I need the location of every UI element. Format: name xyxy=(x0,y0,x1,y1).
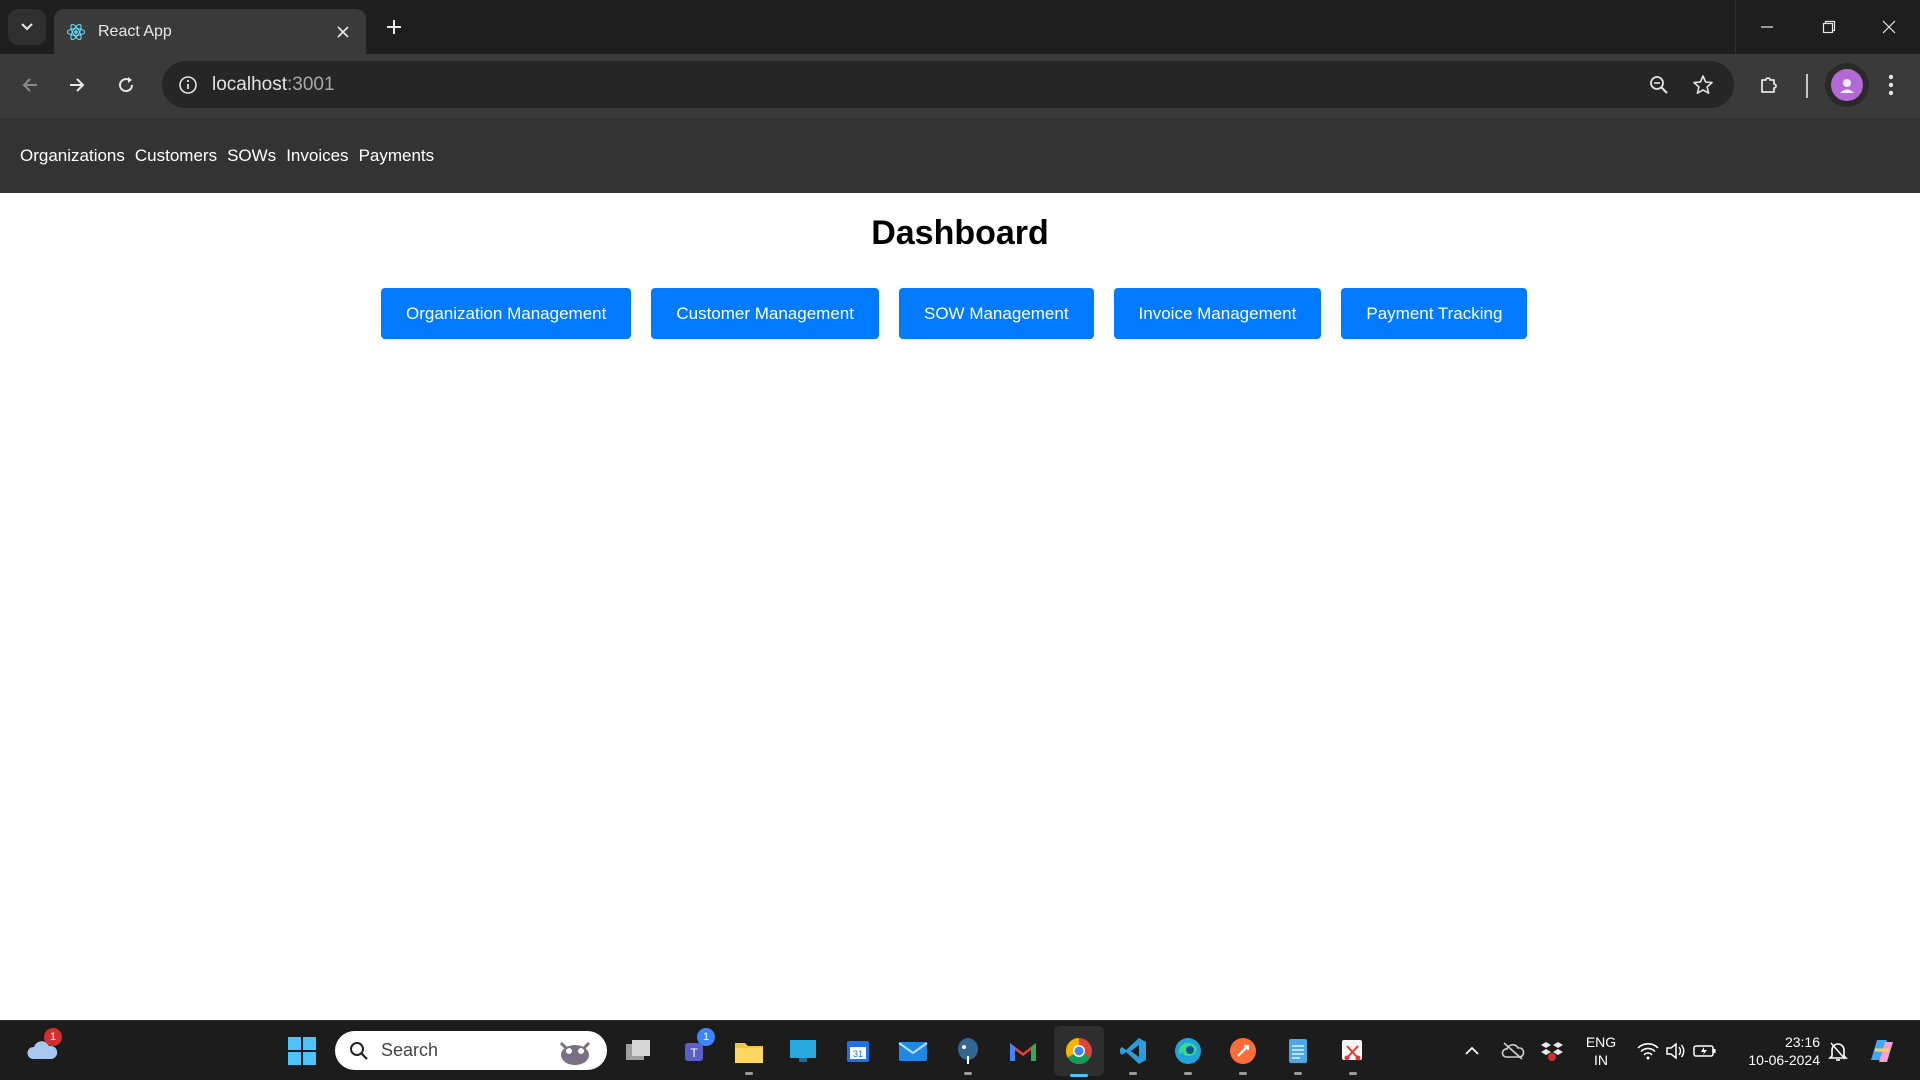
restore-button[interactable] xyxy=(1798,0,1860,54)
organization-management-button[interactable]: Organization Management xyxy=(381,288,632,339)
close-window-button[interactable] xyxy=(1858,0,1920,54)
clock[interactable]: 23:16 10-06-2024 xyxy=(1736,1033,1820,1069)
calendar-icon[interactable]: 31 xyxy=(838,1031,878,1071)
svg-text:31: 31 xyxy=(853,1049,863,1059)
browser-menu-button[interactable] xyxy=(1874,68,1908,102)
language-line1: ENG xyxy=(1585,1034,1617,1050)
extensions-button[interactable] xyxy=(1752,68,1786,102)
reload-icon xyxy=(119,77,134,93)
restore-icon xyxy=(1822,20,1836,34)
postman-icon[interactable] xyxy=(1223,1031,1263,1075)
active-app-indicator xyxy=(1070,1074,1088,1077)
page-title: Dashboard xyxy=(871,214,1049,252)
dropbox-icon[interactable] xyxy=(1532,1031,1572,1071)
chevron-up-icon[interactable] xyxy=(1452,1031,1492,1071)
arrow-right-icon xyxy=(70,78,85,92)
teams-badge: 1 xyxy=(697,1028,715,1046)
windows-logo-icon xyxy=(288,1037,316,1065)
running-indicator xyxy=(745,1072,753,1075)
minimize-button[interactable] xyxy=(1736,0,1798,54)
running-indicator xyxy=(1349,1072,1357,1075)
address-bar[interactable]: localhost:3001 xyxy=(162,61,1734,108)
svg-text:T: T xyxy=(690,1046,698,1060)
nav-link-invoices[interactable]: Invoices xyxy=(286,146,348,166)
back-button[interactable] xyxy=(13,68,47,102)
file-explorer-icon[interactable] xyxy=(729,1031,769,1075)
language-line2: IN xyxy=(1594,1052,1608,1068)
toolbar-separator xyxy=(1806,74,1808,98)
search-label: Search xyxy=(381,1040,439,1060)
chrome-icon[interactable] xyxy=(1059,1031,1099,1071)
running-indicator xyxy=(964,1072,972,1075)
close-icon xyxy=(1882,20,1896,34)
tab-title: React App xyxy=(98,22,172,40)
nav-link-organizations[interactable]: Organizations xyxy=(20,146,125,166)
nav-link-sows[interactable]: SOWs xyxy=(227,146,276,166)
battery-icon[interactable] xyxy=(1685,1031,1725,1071)
more-vertical-icon xyxy=(1888,74,1894,96)
clock-date: 10-06-2024 xyxy=(1748,1052,1820,1068)
zoom-icon[interactable] xyxy=(1646,72,1672,98)
task-view-icon[interactable] xyxy=(619,1031,659,1071)
puzzle-icon xyxy=(1761,77,1777,93)
running-indicator xyxy=(1294,1072,1302,1075)
dashboard-button-row: Organization Management Customer Managem… xyxy=(381,288,1528,339)
taskbar-search[interactable]: Search xyxy=(335,1031,607,1070)
chevron-down-icon xyxy=(21,23,33,31)
teams-icon[interactable]: T 1 xyxy=(675,1028,715,1071)
onedrive-offline-icon[interactable] xyxy=(1493,1031,1533,1071)
notepad-icon[interactable] xyxy=(1278,1031,1318,1075)
running-indicator xyxy=(1129,1072,1137,1075)
language-indicator[interactable]: ENG IN xyxy=(1578,1033,1624,1069)
notification-bell-icon[interactable] xyxy=(1818,1031,1858,1071)
browser-tab-strip: React App xyxy=(0,0,1920,54)
close-tab-icon[interactable] xyxy=(332,21,354,43)
nav-link-payments[interactable]: Payments xyxy=(359,146,435,166)
remote-desktop-icon[interactable] xyxy=(783,1031,823,1071)
url-host: localhost xyxy=(212,74,287,95)
tab-search-button[interactable] xyxy=(8,9,46,45)
browser-tab[interactable]: React App xyxy=(54,9,366,54)
forward-button[interactable] xyxy=(60,68,94,102)
bookmark-star-icon[interactable] xyxy=(1690,72,1716,98)
new-tab-button[interactable] xyxy=(380,13,408,41)
sow-management-button[interactable]: SOW Management xyxy=(898,288,1094,339)
url-text[interactable]: localhost:3001 xyxy=(212,74,335,96)
minimize-icon xyxy=(1761,26,1773,28)
customer-management-button[interactable]: Customer Management xyxy=(651,288,879,339)
clock-time: 23:16 xyxy=(1784,1034,1820,1050)
search-icon xyxy=(350,1041,368,1060)
weather-widget[interactable]: 1 xyxy=(22,1028,62,1071)
site-info-icon[interactable] xyxy=(172,69,204,101)
gmail-icon[interactable] xyxy=(1003,1031,1043,1071)
search-highlight-art-icon xyxy=(559,1041,591,1065)
start-button[interactable] xyxy=(282,1031,322,1071)
windows-taskbar: 1 Search T 1 31 ENG IN 23:16 10-06-2024 xyxy=(0,1020,1920,1080)
url-port: :3001 xyxy=(287,74,335,95)
app-navbar: Organizations Customers SOWs Invoices Pa… xyxy=(0,118,1920,193)
reload-button[interactable] xyxy=(109,68,143,102)
profile-avatar[interactable] xyxy=(1825,63,1869,107)
invoice-management-button[interactable]: Invoice Management xyxy=(1113,288,1322,339)
weather-badge: 1 xyxy=(44,1028,62,1046)
payment-tracking-button[interactable]: Payment Tracking xyxy=(1341,288,1528,339)
arrow-left-icon xyxy=(22,78,37,92)
react-logo-icon xyxy=(66,22,86,42)
postgresql-icon[interactable] xyxy=(948,1031,988,1075)
running-indicator xyxy=(1239,1072,1247,1075)
avatar-icon xyxy=(1831,69,1863,101)
snipping-tool-icon[interactable] xyxy=(1333,1031,1373,1075)
browser-toolbar: localhost:3001 xyxy=(0,54,1920,118)
plus-icon xyxy=(387,20,401,34)
copilot-icon[interactable] xyxy=(1861,1031,1901,1071)
mail-icon[interactable] xyxy=(893,1031,933,1071)
vscode-icon[interactable] xyxy=(1113,1031,1153,1075)
running-indicator xyxy=(1184,1072,1192,1075)
edge-icon[interactable] xyxy=(1168,1031,1208,1075)
nav-link-customers[interactable]: Customers xyxy=(135,146,217,166)
